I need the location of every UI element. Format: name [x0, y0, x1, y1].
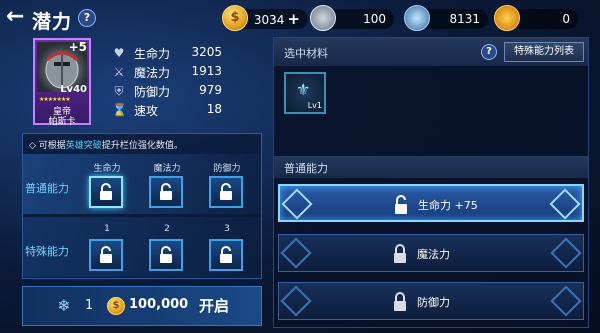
unlock-icon	[395, 195, 407, 214]
slot-header-1: 1	[104, 224, 110, 234]
slot-header-3: 3	[224, 224, 230, 234]
gold-coin-icon: $	[222, 5, 248, 31]
gold-coin-icon: $	[107, 297, 125, 315]
stat-label: 生命力	[134, 47, 171, 61]
open-button[interactable]: 开启	[199, 295, 229, 316]
potential-slots-panel: ◇ 可根据英雄突破提升栏位强化数值。 普通能力 特殊能力 生命力 魔法力 防御力…	[22, 133, 262, 279]
resource-4-amount: 0	[562, 12, 570, 26]
crest-icon: ⚜	[296, 80, 311, 99]
material-panel-header: 选中材料 ? 特殊能力列表	[274, 38, 588, 66]
unlock-icon	[160, 183, 172, 200]
stat-value: 3205	[191, 45, 222, 59]
normal-ability-label: 普通能力	[25, 182, 69, 195]
stat-label: 防御力	[134, 85, 171, 99]
unlock-icon	[100, 183, 112, 200]
material-level: Lv1	[307, 101, 322, 110]
hero-level: Lv40	[60, 84, 87, 95]
special-ability-label: 特殊能力	[25, 245, 69, 258]
gem-icon	[494, 5, 520, 31]
ability-label: 生命力 +75	[418, 199, 478, 212]
hint-text: ◇ 可根据英雄突破提升栏位强化数值。	[29, 141, 183, 151]
hero-name: 帕斯卡	[48, 117, 76, 127]
help-button[interactable]: ?	[78, 9, 96, 27]
back-arrow-icon[interactable]: ←	[6, 6, 30, 30]
swords-icon: ⚔	[113, 65, 125, 79]
lock-icon	[394, 244, 406, 263]
slot-special-2[interactable]	[149, 239, 183, 271]
slot-header-magic: 魔法力	[153, 164, 181, 174]
resource-2-amount: 100	[363, 12, 386, 26]
slot-normal-hp[interactable]	[89, 176, 123, 208]
ability-option-magic[interactable]: 魔法力	[278, 234, 584, 272]
diamond-ornament-icon	[280, 237, 312, 269]
diamond-ornament-icon	[550, 285, 582, 317]
ability-option-hp[interactable]: 生命力 +75	[278, 184, 584, 222]
slot-special-3[interactable]	[209, 239, 243, 271]
top-bar: ← 潜力 ? 3034 + $ 100 8131 0	[0, 0, 600, 36]
lock-icon	[394, 292, 406, 311]
crystal-icon	[404, 5, 430, 31]
gold-amount: 3034	[253, 13, 285, 27]
hero-stars: ★★★★★★★	[39, 96, 71, 103]
stat-value: 1913	[191, 64, 222, 78]
ability-option-defense[interactable]: 防御力	[278, 282, 584, 320]
add-gold-button[interactable]: +	[287, 10, 300, 28]
stat-label: 魔法力	[134, 66, 171, 80]
slot-normal-defense[interactable]	[209, 176, 243, 208]
material-count: 1	[85, 298, 94, 313]
diamond-ornament-icon	[550, 237, 582, 269]
hero-upgrade-level: +5	[68, 40, 87, 54]
unlock-icon	[220, 183, 232, 200]
slot-normal-magic[interactable]	[149, 176, 183, 208]
unlock-icon	[100, 246, 112, 263]
stat-label: 速攻	[134, 104, 159, 118]
diamond-ornament-icon	[281, 188, 313, 220]
shield-icon: ⛨	[114, 84, 124, 98]
material-panel: 选中材料 ? 特殊能力列表 ⚜ Lv1 普通能力 生命力 +75 魔法力 防御力	[273, 37, 589, 328]
heart-icon: ♥	[113, 46, 125, 60]
unlock-icon	[220, 246, 232, 263]
special-ability-list-button[interactable]: 特殊能力列表	[504, 42, 584, 62]
stat-row-defense: ⛨ 防御力 979	[112, 82, 222, 100]
stat-row-hp: ♥ 生命力 3205	[112, 44, 222, 62]
unlock-icon	[160, 246, 172, 263]
diamond-ornament-icon	[280, 285, 312, 317]
normal-ability-section: 普通能力	[274, 156, 588, 178]
unlock-cost-bar: ❄ 1 $ 100,000 开启	[22, 286, 262, 326]
ability-label: 防御力	[417, 296, 450, 309]
slot-header-hp: 生命力	[93, 164, 121, 174]
diamond-ornament-icon	[549, 188, 581, 220]
resource-3-amount: 8131	[449, 12, 480, 26]
selected-material-title: 选中材料	[284, 47, 328, 60]
gold-cost: 100,000	[129, 297, 189, 312]
ability-label: 魔法力	[417, 248, 450, 261]
page-title: 潜力	[32, 11, 73, 33]
help-button[interactable]: ?	[481, 44, 497, 60]
slot-header-defense: 防御力	[213, 164, 241, 174]
stat-value: 979	[199, 83, 222, 97]
section-title: 普通能力	[284, 162, 328, 175]
upgrade-stone-icon	[310, 5, 336, 31]
slot-header-2: 2	[164, 224, 170, 234]
hourglass-icon: ⌛	[112, 103, 127, 117]
material-card[interactable]: ⚜ Lv1	[284, 72, 326, 114]
slot-special-1[interactable]	[89, 239, 123, 271]
material-icon: ❄	[57, 296, 71, 315]
hero-card[interactable]: +5 Lv40 ★★★★★★★ 皇帝 帕斯卡	[33, 38, 91, 127]
stat-row-magic: ⚔ 魔法力 1913	[112, 63, 222, 81]
stat-value: 18	[206, 102, 222, 116]
stat-row-speed: ⌛ 速攻 18	[112, 101, 222, 119]
